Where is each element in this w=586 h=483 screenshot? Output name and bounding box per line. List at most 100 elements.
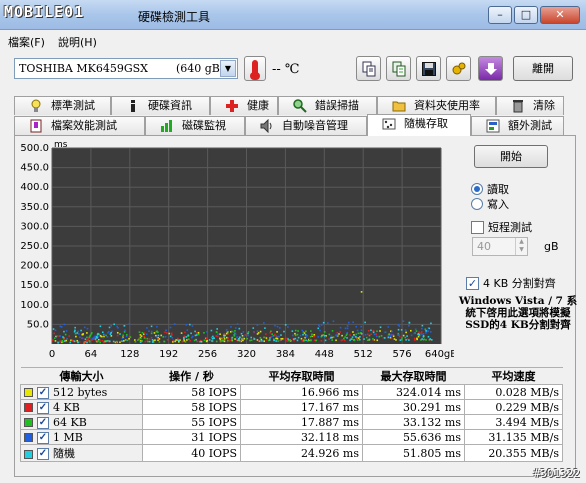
drive-select[interactable]: TOSHIBA MK6459GSX (640 gB) ▼ [14, 58, 238, 79]
data-point [227, 337, 229, 339]
options-icon[interactable] [446, 56, 471, 81]
row-label-cell: ✓ 64 KB [20, 414, 143, 430]
close-button[interactable]: ✕ [540, 6, 580, 24]
data-point [346, 331, 348, 334]
data-point [257, 332, 260, 334]
data-point [68, 335, 71, 337]
data-point [194, 330, 196, 333]
avg-speed-cell: 20.355 MB/s [464, 444, 563, 462]
data-point [398, 325, 401, 327]
menu-help[interactable]: 說明(H) [58, 34, 97, 50]
series-checkbox[interactable]: ✓ [37, 448, 49, 460]
health-cross-icon [226, 100, 238, 112]
data-point [223, 332, 226, 335]
align-checkbox[interactable]: ✓ [466, 276, 479, 290]
data-point [223, 338, 226, 340]
avg-speed-cell: 31.135 MB/s [464, 429, 563, 445]
table-row: ✓ 4 KB 58 IOPS 17.167 ms 30.291 ms 0.229 MB/s [20, 399, 563, 415]
tab-folder-usage[interactable]: 資料夾使用率 [377, 96, 496, 115]
col-avg-access: 平均存取時間 [240, 367, 363, 385]
save-icon[interactable] [416, 56, 441, 81]
data-point [305, 336, 308, 338]
data-point [336, 332, 339, 334]
data-point [335, 334, 338, 337]
tab-health[interactable]: 健康 [210, 96, 278, 115]
data-point [103, 334, 106, 336]
read-option[interactable]: 讀取 [471, 181, 509, 197]
app-logo: MOBILE01 [4, 3, 85, 21]
data-point [226, 339, 229, 342]
write-radio[interactable] [471, 198, 483, 210]
copy-icon[interactable] [356, 56, 381, 81]
data-point [315, 339, 317, 342]
data-point [86, 332, 88, 334]
tab-file-benchmark[interactable]: 檔案效能測試 [14, 116, 145, 135]
tab-disk-monitor[interactable]: 磁碟監視 [145, 116, 245, 135]
data-point [119, 333, 121, 335]
tab-benchmark[interactable]: 標準測試 [14, 96, 111, 115]
short-test-checkbox[interactable] [471, 220, 484, 234]
col-max-access: 最大存取時間 [362, 367, 465, 385]
tab-error-scan[interactable]: 錯誤掃描 [278, 96, 377, 115]
data-point [323, 335, 326, 337]
data-point [96, 336, 98, 339]
data-point [352, 321, 355, 324]
col-transfer-size: 傳輸大小 [20, 367, 143, 385]
data-point [339, 326, 342, 329]
start-button[interactable]: 開始 [474, 145, 548, 168]
data-point [52, 328, 55, 330]
data-point [360, 329, 363, 331]
read-radio[interactable] [471, 183, 483, 195]
y-tick-label: 300.0 [20, 221, 49, 232]
data-point [376, 330, 378, 333]
data-point [330, 335, 333, 338]
data-point [294, 337, 297, 340]
data-point [413, 332, 416, 335]
data-point [138, 338, 140, 341]
chevron-down-icon[interactable]: ▼ [220, 60, 236, 77]
data-point [379, 330, 381, 332]
data-point [341, 334, 343, 337]
tab-label: 額外測試 [508, 119, 552, 132]
data-point [91, 332, 93, 334]
minimize-button[interactable]: – [488, 6, 512, 24]
series-checkbox[interactable]: ✓ [37, 416, 49, 429]
iops-cell: 55 IOPS [142, 414, 241, 430]
download-icon[interactable] [478, 56, 503, 81]
align-option[interactable]: ✓ 4 KB 分割對齊 [466, 275, 556, 291]
tab-label: 清除 [533, 99, 555, 112]
series-checkbox[interactable]: ✓ [37, 401, 49, 414]
write-option[interactable]: 寫入 [471, 196, 509, 212]
avg-access-cell: 32.118 ms [240, 429, 363, 445]
tab-erase[interactable]: 清除 [496, 96, 564, 115]
tab-disk-info[interactable]: 硬碟資訊 [111, 96, 210, 115]
exit-button[interactable]: 離開 [513, 56, 573, 81]
data-point [427, 330, 430, 333]
tab-aam[interactable]: 自動噪音管理 [245, 116, 367, 135]
data-point [213, 337, 215, 339]
data-point [408, 324, 410, 327]
tab-extra-tests[interactable]: 額外測試 [471, 116, 564, 135]
data-point [162, 336, 165, 338]
data-point [210, 329, 213, 332]
data-point [195, 338, 197, 341]
data-point [280, 338, 283, 341]
series-checkbox[interactable]: ✓ [37, 386, 49, 399]
series-checkbox[interactable]: ✓ [37, 431, 49, 444]
data-point [140, 335, 143, 337]
short-test-option[interactable]: 短程測試 [471, 219, 532, 235]
data-point [128, 337, 130, 340]
stepper-arrows-icon[interactable]: ▲ ▼ [515, 238, 527, 255]
short-test-size-stepper[interactable]: 40 ▲ ▼ [472, 237, 528, 256]
x-tick-label: 128 [120, 349, 139, 360]
data-point [276, 325, 279, 328]
data-point [211, 337, 214, 340]
copy-text-icon[interactable] [386, 56, 411, 81]
data-point [189, 339, 191, 342]
data-point [378, 335, 381, 338]
menu-file[interactable]: 檔案(F) [8, 34, 45, 50]
data-point [62, 336, 64, 338]
maximize-button[interactable]: □ [514, 6, 538, 24]
tab-random-access[interactable]: 隨機存取 [367, 114, 471, 136]
data-point [237, 338, 240, 340]
